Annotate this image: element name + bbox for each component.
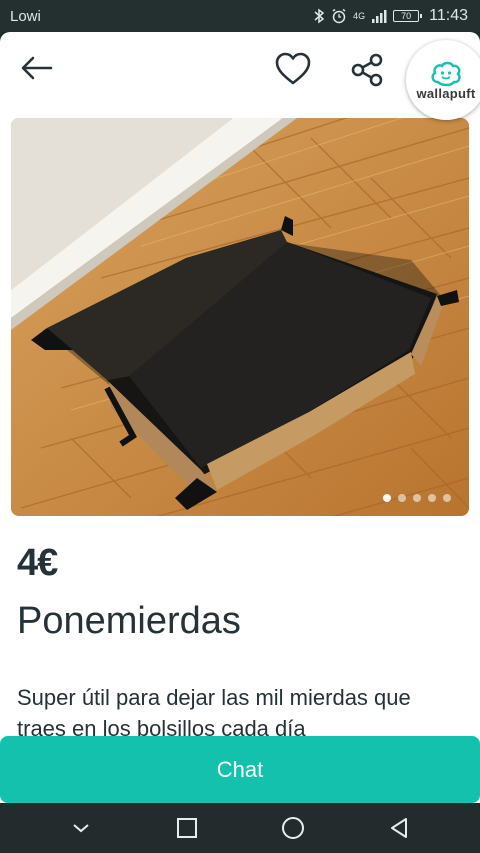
pagination-dot[interactable] [428, 494, 436, 502]
bluetooth-icon [314, 8, 325, 24]
product-description: Super útil para dejar las mil mierdas qu… [17, 685, 411, 741]
nav-back-button[interactable] [379, 808, 419, 848]
network-type: 4G [353, 11, 366, 21]
signal-icon [372, 10, 387, 23]
carrier-name: Lowi [10, 7, 41, 25]
product-image [11, 118, 469, 516]
recents-button[interactable] [167, 808, 207, 848]
toolbar: wallapuft [0, 32, 480, 120]
product-price: 4€ [17, 542, 58, 584]
nav-back-triangle-icon [391, 818, 407, 838]
alarm-icon [332, 8, 346, 24]
pagination-dot[interactable] [413, 494, 421, 502]
battery-level: 70 [401, 10, 412, 21]
system-nav-bar [0, 803, 480, 853]
product-photo[interactable] [11, 118, 469, 516]
wallapop-logo-icon [431, 61, 461, 86]
badge-label: wallapuft [416, 85, 476, 101]
clock: 11:43 [429, 7, 468, 24]
chat-button[interactable]: Chat [0, 736, 480, 803]
photo-pagination [383, 494, 451, 502]
status-icons: 4G 70 11:43 [313, 7, 468, 25]
collapse-button[interactable] [61, 808, 101, 848]
pagination-dot[interactable] [383, 494, 391, 502]
share-button[interactable] [350, 52, 386, 88]
arrow-left-icon [21, 56, 53, 80]
product-title: Ponemierdas [17, 600, 241, 642]
back-button[interactable] [18, 52, 56, 84]
status-bar: Lowi 4G 70 11:43 [0, 0, 480, 32]
favorite-button[interactable] [274, 51, 312, 87]
pagination-dot[interactable] [398, 494, 406, 502]
wallapop-badge[interactable]: wallapuft [406, 40, 480, 120]
home-button[interactable] [273, 808, 313, 848]
nav-collapse-chevron-icon [73, 824, 89, 833]
nav-home-circle-icon [282, 817, 304, 839]
nav-recents-square-icon [177, 818, 197, 838]
pagination-dot[interactable] [443, 494, 451, 502]
listing-screen: wallapuft 4€ Ponemierdas Super útil para… [0, 32, 480, 810]
heart-outline-icon [275, 52, 311, 85]
battery-icon: 70 [393, 10, 423, 22]
share-icon [351, 53, 383, 87]
